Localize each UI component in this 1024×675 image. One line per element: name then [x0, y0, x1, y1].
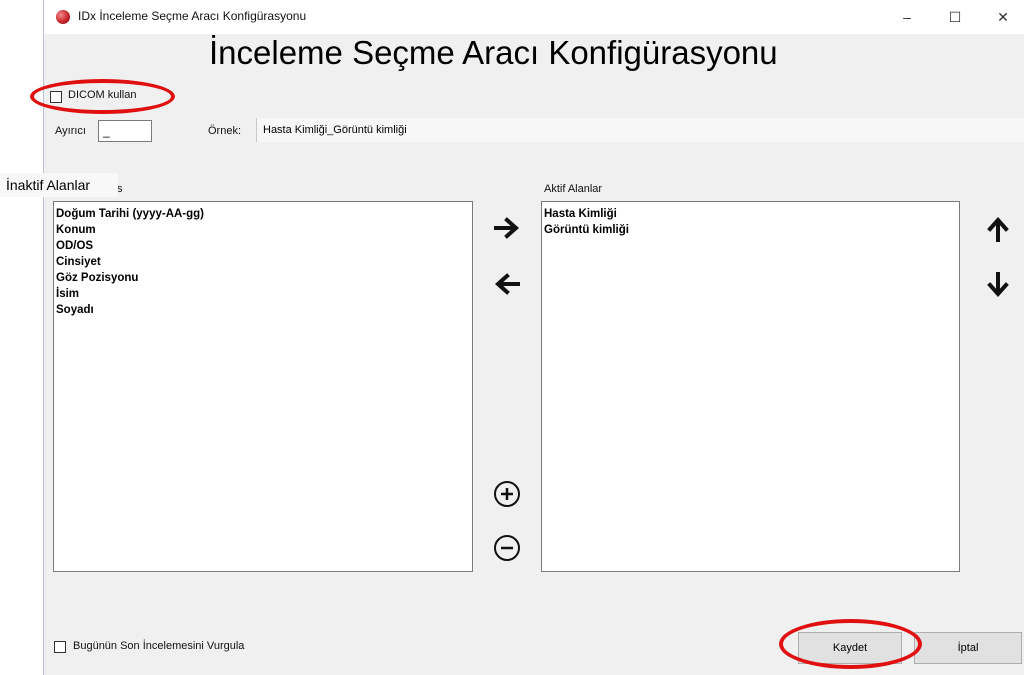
move-down-button[interactable] [981, 268, 1015, 302]
highlight-today-checkbox[interactable] [54, 641, 66, 653]
list-item[interactable]: Hasta Kimliği [544, 206, 957, 222]
cancel-button[interactable]: İptal [914, 632, 1022, 664]
example-label: Örnek: [208, 125, 242, 137]
app-icon [56, 10, 70, 24]
dicom-checkbox[interactable] [50, 91, 62, 103]
list-item[interactable]: Doğum Tarihi (yyyy-AA-gg) [56, 206, 470, 222]
window-title: IDx İnceleme Seçme Aracı Konfigürasyonu [78, 9, 307, 23]
active-header: Aktif Alanlar [544, 183, 603, 195]
move-up-button[interactable] [981, 212, 1015, 246]
minus-circle-icon [501, 546, 513, 550]
move-left-button[interactable] [490, 267, 524, 301]
dicom-label: DICOM kullan [68, 89, 137, 101]
title-bar: IDx İnceleme Seçme Aracı Konfigürasyonu … [44, 0, 1024, 34]
list-item[interactable]: OD/OS [56, 238, 470, 254]
minimize-button[interactable]: – [884, 4, 930, 30]
arrow-up-icon [987, 216, 1009, 242]
list-item[interactable]: İsim [56, 286, 470, 302]
separator-input[interactable]: _ [98, 120, 152, 142]
remove-field-button[interactable] [494, 535, 520, 561]
list-item[interactable]: Cinsiyet [56, 254, 470, 270]
arrow-down-icon [987, 272, 1009, 298]
maximize-button[interactable]: ☐ [932, 4, 978, 30]
move-right-button[interactable] [490, 211, 524, 245]
list-item[interactable]: Göz Pozisyonu [56, 270, 470, 286]
separator-label: Ayırıcı [55, 125, 86, 137]
close-button[interactable]: ✕ [980, 4, 1024, 30]
active-fields-list[interactable]: Hasta Kimliği Görüntü kimliği [541, 201, 960, 572]
config-window: IDx İnceleme Seçme Aracı Konfigürasyonu … [43, 0, 1024, 675]
plus-circle-icon [501, 488, 513, 500]
arrow-right-icon [494, 217, 520, 239]
list-item[interactable]: Görüntü kimliği [544, 222, 957, 238]
inactive-header-overlay: İnaktif Alanlar [0, 173, 118, 197]
save-button[interactable]: Kaydet [798, 632, 902, 664]
list-item[interactable]: Soyadı [56, 302, 470, 318]
arrow-left-icon [494, 273, 520, 295]
add-field-button[interactable] [494, 481, 520, 507]
inactive-fields-list[interactable]: Doğum Tarihi (yyyy-AA-gg) Konum OD/OS Ci… [53, 201, 473, 572]
page-title: İnceleme Seçme Aracı Konfigürasyonu [209, 34, 778, 71]
list-item[interactable]: Konum [56, 222, 470, 238]
example-field: Hasta Kimliği_Görüntü kimliği [256, 118, 1024, 142]
highlight-today-label: Bugünün Son İncelemesini Vurgula [73, 640, 245, 652]
